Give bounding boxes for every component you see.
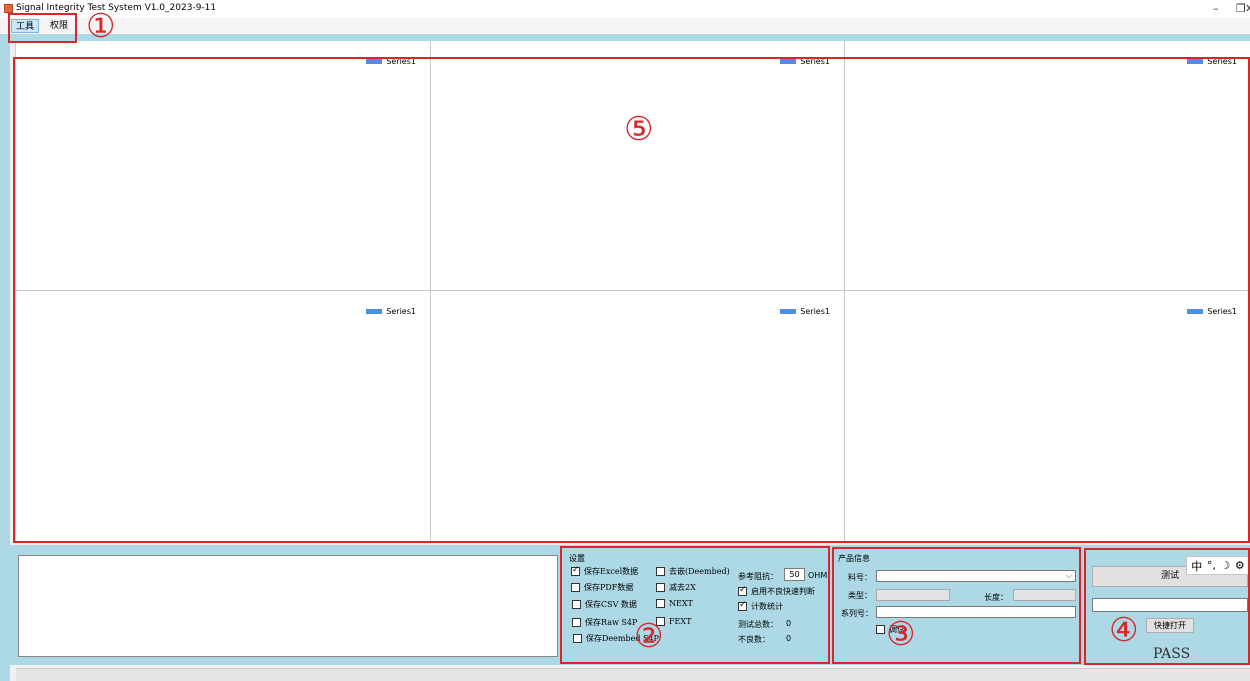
chart-panel-2: Series1: [431, 41, 845, 291]
part-number-select[interactable]: ⌵: [876, 570, 1076, 582]
checkbox-icon: [738, 585, 747, 596]
checkbox-icon: [656, 617, 665, 626]
chart-legend: Series1: [780, 307, 830, 316]
length-field: [1013, 589, 1076, 601]
serial-number-label: 系列号：: [841, 609, 873, 618]
chevron-down-icon: ⌵: [1065, 571, 1072, 580]
ime-toolbar[interactable]: 中 °, ☽ ⚙: [1186, 556, 1250, 575]
legend-label: Series1: [800, 57, 830, 66]
legend-label: Series1: [800, 307, 830, 316]
legend-label: Series1: [386, 307, 416, 316]
deembed-checkbox[interactable]: 去嵌(Deembed): [656, 566, 730, 577]
legend-label: Series1: [1207, 57, 1237, 66]
gear-icon[interactable]: ⚙: [1235, 559, 1245, 572]
legend-label: Series1: [386, 57, 416, 66]
chart-legend: Series1: [366, 307, 416, 316]
legend-swatch-icon: [780, 59, 797, 64]
legend-swatch-icon: [366, 309, 383, 314]
checkbox-icon: [656, 599, 665, 608]
result-label: PASS: [1153, 646, 1191, 662]
checkbox-icon: [876, 625, 885, 634]
part-number-label: 料号：: [848, 573, 872, 582]
legend-swatch-icon: [1187, 309, 1204, 314]
moon-icon[interactable]: ☽: [1220, 559, 1230, 572]
legend-label: Series1: [1207, 307, 1237, 316]
fext-checkbox[interactable]: FEXT: [656, 617, 691, 626]
impedance-input[interactable]: 50: [784, 568, 805, 581]
close-button[interactable]: ✕: [1245, 2, 1250, 15]
chart-panel-3: Series1: [845, 41, 1250, 291]
checkbox-icon: [656, 583, 665, 592]
chart-grid: Series1 Series1 Series1 Series1 Series1 …: [15, 41, 1250, 541]
checkbox-icon: [571, 583, 580, 592]
chart-panel-5: Series1: [431, 291, 845, 541]
debug-checkbox[interactable]: 调试: [876, 624, 905, 635]
chinese-input-icon[interactable]: 中: [1191, 558, 1202, 574]
chart-legend: Series1: [780, 57, 830, 66]
app-icon: [4, 4, 13, 13]
subtract-2x-checkbox[interactable]: 减去2X: [656, 582, 696, 593]
fail-count-value: 0: [786, 634, 792, 643]
serial-number-input[interactable]: [876, 606, 1076, 618]
log-textbox[interactable]: [18, 555, 558, 657]
impedance-unit: OHM: [808, 571, 828, 580]
fast-fail-checkbox[interactable]: 启用不良快速判断: [738, 585, 815, 597]
chart-legend: Series1: [1187, 307, 1237, 316]
punctuation-icon[interactable]: °,: [1207, 559, 1216, 572]
scan-input[interactable]: [1092, 598, 1248, 612]
checkbox-icon: [572, 600, 581, 609]
length-label: 长度：: [984, 593, 1008, 602]
chart-legend: Series1: [366, 57, 416, 66]
checkbox-icon: [656, 567, 665, 576]
status-bar: [16, 668, 1250, 681]
chart-panel-1: Series1: [16, 41, 431, 291]
count-stats-checkbox[interactable]: 计数统计: [738, 600, 783, 612]
impedance-label: 参考阻抗：: [738, 572, 778, 581]
chart-panel-4: Series1: [16, 291, 431, 541]
checkbox-icon: [738, 600, 747, 611]
chart-legend: Series1: [1187, 57, 1237, 66]
legend-swatch-icon: [1187, 59, 1204, 64]
total-tests-value: 0: [786, 619, 792, 628]
save-deembed-s4p-checkbox[interactable]: 保存Deembed S4P: [573, 633, 659, 644]
window-title: Signal Integrity Test System V1.0_2023-9…: [16, 3, 217, 13]
menu-item-permissions[interactable]: 权限: [46, 19, 72, 33]
save-csv-checkbox[interactable]: 保存CSV 数据: [572, 599, 637, 610]
left-sidebar: [0, 41, 10, 681]
legend-swatch-icon: [366, 59, 383, 64]
checkbox-icon: [572, 618, 581, 627]
next-checkbox[interactable]: NEXT: [656, 599, 693, 608]
quick-open-button[interactable]: 快捷打开: [1146, 618, 1194, 633]
chart-panel-6: Series1: [845, 291, 1250, 541]
save-pdf-checkbox[interactable]: 保存PDF数据: [571, 582, 633, 593]
checkbox-icon: [573, 634, 582, 643]
total-tests-label: 测试总数：: [738, 620, 778, 629]
title-bar: Signal Integrity Test System V1.0_2023-9…: [0, 0, 1250, 18]
type-label: 类型：: [848, 591, 872, 600]
legend-swatch-icon: [780, 309, 797, 314]
save-excel-checkbox[interactable]: 保存Excel数据: [571, 565, 638, 577]
settings-title: 设置: [569, 554, 585, 563]
save-raw-s4p-checkbox[interactable]: 保存Raw S4P: [572, 617, 637, 628]
product-info-title: 产品信息: [838, 554, 870, 563]
type-field: [876, 589, 950, 601]
menu-bar: 工具 权限: [0, 18, 1250, 34]
checkbox-icon: [571, 565, 580, 576]
minimize-button[interactable]: –: [1213, 2, 1219, 15]
menu-item-tools[interactable]: 工具: [11, 19, 40, 33]
toolstrip: [0, 34, 1250, 41]
fail-count-label: 不良数：: [738, 635, 770, 644]
